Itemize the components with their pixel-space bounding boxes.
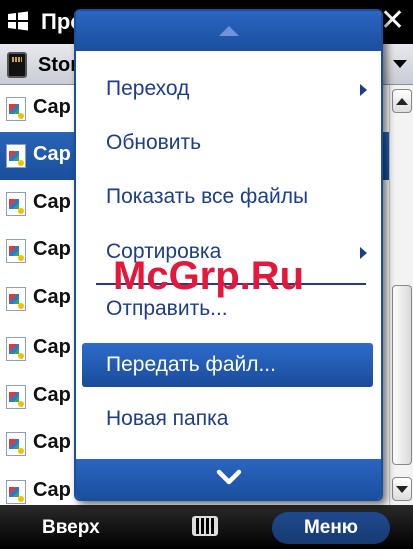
close-icon[interactable]: ✕ (380, 5, 405, 37)
file-name: Cap (33, 479, 71, 501)
file-name: Cap (33, 384, 71, 406)
scroll-down-arrow-icon[interactable] (392, 477, 412, 501)
menu-item-label: Передать файл... (106, 353, 276, 376)
windows-start-icon[interactable] (6, 9, 30, 33)
submenu-arrow-icon (360, 247, 367, 259)
menu-scroll-up-icon[interactable] (76, 11, 381, 51)
up-softkey[interactable]: Вверх (42, 517, 100, 539)
location-label: Stor (38, 54, 78, 76)
scroll-up-arrow-icon[interactable] (392, 89, 412, 113)
image-file-icon (6, 385, 26, 409)
watermark-text: McGrp.Ru (113, 254, 305, 298)
image-file-icon (6, 337, 26, 361)
image-file-icon (6, 239, 26, 263)
file-name: Cap (33, 286, 71, 308)
menu-item-label: Новая папка (106, 407, 229, 430)
submenu-arrow-icon (360, 84, 367, 96)
image-file-icon (6, 287, 26, 311)
file-name: Cap (33, 191, 71, 213)
file-name: Cap (33, 431, 71, 453)
image-file-icon (6, 432, 26, 456)
menu-item-refresh[interactable]: Обновить (76, 121, 381, 165)
file-name: Cap (33, 96, 71, 118)
keyboard-icon[interactable] (192, 516, 218, 536)
menu-item-label: Отправить... (106, 297, 228, 320)
menu-item-navigate[interactable]: Переход (76, 67, 381, 111)
menu-item-show-all-files[interactable]: Показать все файлы (76, 175, 381, 219)
softkey-bar: Вверх Меню (0, 505, 413, 549)
image-file-icon (6, 480, 26, 504)
image-file-icon (6, 144, 26, 168)
menu-scroll-down-icon[interactable] (76, 459, 381, 499)
file-name: Cap (33, 143, 71, 165)
dropdown-arrow-icon[interactable] (387, 44, 413, 84)
file-name: Cap (33, 336, 71, 358)
menu-item-beam-file[interactable]: Передать файл... (82, 343, 373, 387)
vertical-scrollbar[interactable] (389, 85, 413, 505)
file-name: Cap (33, 238, 71, 260)
menu-item-label: Показать все файлы (106, 185, 309, 208)
image-file-icon (6, 192, 26, 216)
menu-item-new-folder[interactable]: Новая папка (76, 397, 381, 441)
menu-softkey[interactable]: Меню (272, 512, 390, 544)
image-file-icon (6, 97, 26, 121)
scroll-thumb[interactable] (392, 285, 412, 465)
storage-card-icon (7, 52, 27, 78)
menu-item-label: Переход (106, 77, 190, 100)
menu-item-label: Обновить (106, 131, 202, 154)
